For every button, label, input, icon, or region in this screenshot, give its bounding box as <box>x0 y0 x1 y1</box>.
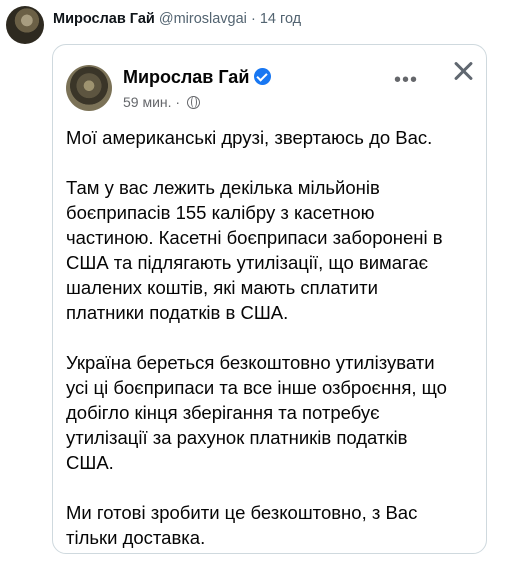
avatar[interactable] <box>6 6 44 44</box>
post-paragraph: Ми готові зробити це безкоштовно, з Вас … <box>66 502 418 548</box>
fb-post-time: 59 мин. <box>123 94 172 110</box>
close-icon <box>452 59 476 83</box>
fb-avatar <box>66 65 112 111</box>
author-name[interactable]: Мирослав Гай <box>53 11 155 27</box>
separator-dot: · <box>250 11 256 27</box>
globe-icon <box>186 96 200 109</box>
more-horizontal-icon: ••• <box>394 69 419 91</box>
post-paragraph: Мої американські друзі, звертаюсь до Вас… <box>66 127 433 148</box>
fb-author-line: Мирослав Гай <box>123 67 272 88</box>
author-line: Мирослав Гай @miroslavgai · 14 год <box>53 11 301 27</box>
verified-badge-icon <box>254 68 272 85</box>
post-paragraph: Там у вас лежить декілька мільйонів боєп… <box>66 177 443 323</box>
fb-meta: 59 мин. · <box>123 94 200 110</box>
post-paragraph: Україна береться безкоштовно утилізувати… <box>66 352 447 473</box>
fb-author-name: Мирослав Гай <box>123 67 250 87</box>
post-time[interactable]: 14 год <box>260 11 301 27</box>
post-body: Мої американські друзі, звертаюсь до Вас… <box>66 125 481 550</box>
fb-separator-dot: · <box>175 94 181 110</box>
embedded-post-screenshot[interactable]: Мирослав Гай 59 мин. · ••• Мої американс… <box>52 44 487 554</box>
tweet-header: Мирослав Гай @miroslavgai · 14 год <box>0 0 508 44</box>
author-handle[interactable]: @miroslavgai <box>159 11 247 27</box>
